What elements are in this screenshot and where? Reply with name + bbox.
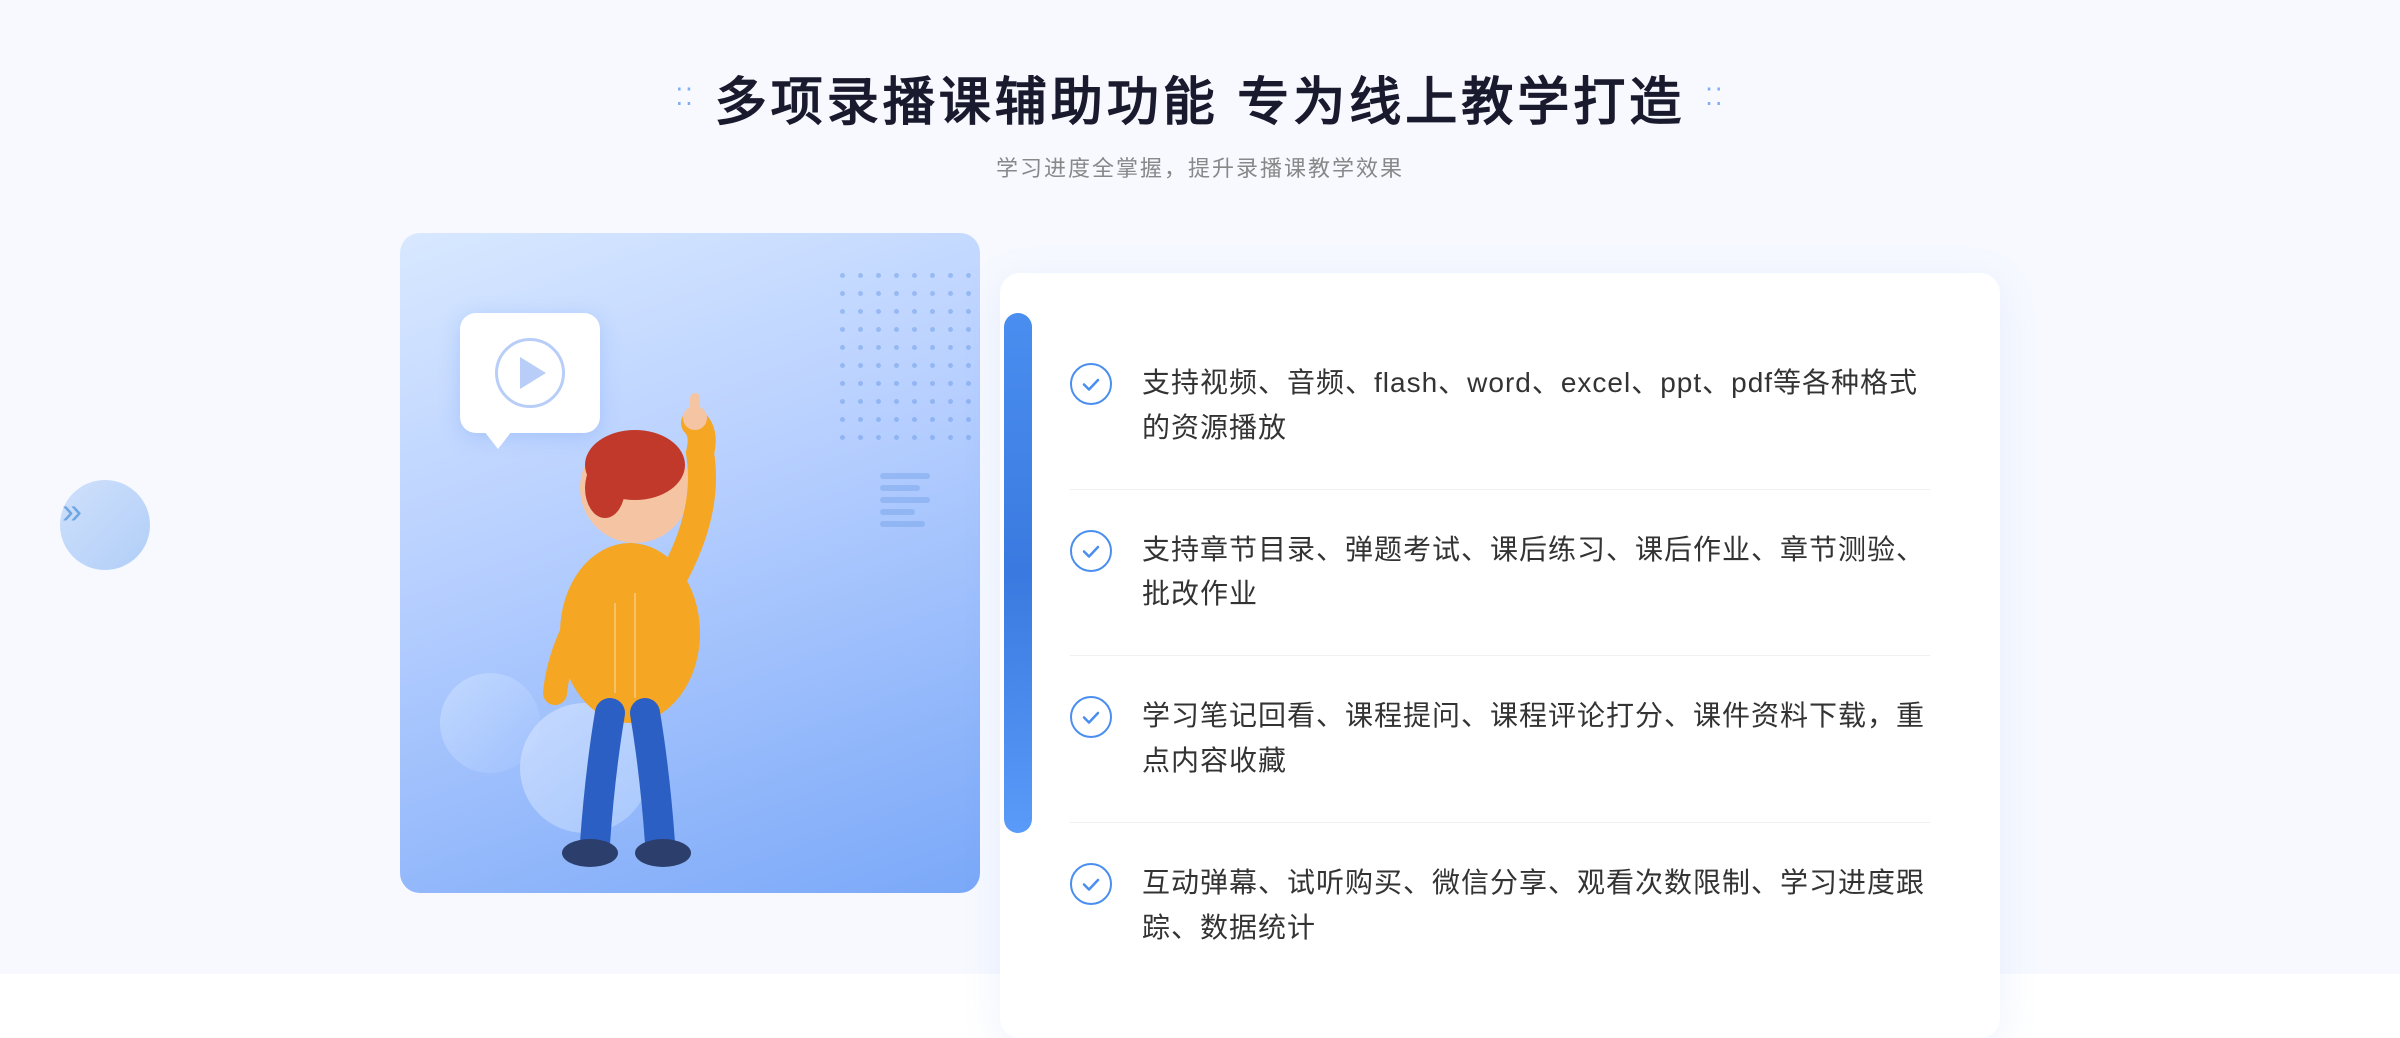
page-subtitle: 学习进度全掌握，提升录播课教学效果 <box>676 151 1725 183</box>
header-dots-left-icon: ⁚⁚ <box>676 83 695 112</box>
checkmark-svg <box>1079 872 1103 896</box>
page-title: 多项录播课辅助功能 专为线上教学打造 <box>715 60 1685 135</box>
check-icon-1 <box>1070 363 1112 405</box>
stripe-line <box>880 509 915 515</box>
feature-text-1: 支持视频、音频、flash、word、excel、ppt、pdf等各种格式的资源… <box>1142 361 1930 451</box>
stripe-line <box>880 521 925 527</box>
check-icon-2 <box>1070 530 1112 572</box>
checkmark-svg <box>1079 539 1103 563</box>
header-title-row: ⁚⁚ 多项录播课辅助功能 专为线上教学打造 ⁚⁚ <box>676 60 1725 135</box>
check-circle <box>1070 363 1112 405</box>
blue-accent-bar <box>1004 313 1032 833</box>
features-card: 支持视频、音频、flash、word、excel、ppt、pdf等各种格式的资源… <box>1000 273 2000 1038</box>
check-circle <box>1070 696 1112 738</box>
header-dots-right-icon: ⁚⁚ <box>1705 83 1724 112</box>
check-icon-4 <box>1070 863 1112 905</box>
feature-item: 支持视频、音频、flash、word、excel、ppt、pdf等各种格式的资源… <box>1070 323 1930 490</box>
check-icon-3 <box>1070 696 1112 738</box>
feature-text-4: 互动弹幕、试听购买、微信分享、观看次数限制、学习进度跟踪、数据统计 <box>1142 861 1930 951</box>
feature-item: 学习笔记回看、课程提问、课程评论打分、课件资料下载，重点内容收藏 <box>1070 656 1930 823</box>
human-figure-illustration <box>480 313 780 893</box>
feature-text-3: 学习笔记回看、课程提问、课程评论打分、课件资料下载，重点内容收藏 <box>1142 694 1930 784</box>
feature-item: 互动弹幕、试听购买、微信分享、观看次数限制、学习进度跟踪、数据统计 <box>1070 823 1930 989</box>
check-circle <box>1070 863 1112 905</box>
illustration-background <box>400 233 980 893</box>
main-content: 支持视频、音频、flash、word、excel、ppt、pdf等各种格式的资源… <box>400 233 2000 1038</box>
stripe-line <box>880 497 930 503</box>
checkmark-svg <box>1079 372 1103 396</box>
feature-text-2: 支持章节目录、弹题考试、课后练习、课后作业、章节测验、批改作业 <box>1142 528 1930 618</box>
page-container: ⁚⁚ 多项录播课辅助功能 专为线上教学打造 ⁚⁚ 学习进度全掌握，提升录播课教学… <box>0 0 2400 974</box>
checkmark-svg <box>1079 705 1103 729</box>
illustration-card <box>400 233 1020 913</box>
stripe-decoration <box>880 473 930 573</box>
header-section: ⁚⁚ 多项录播课辅助功能 专为线上教学打造 ⁚⁚ 学习进度全掌握，提升录播课教学… <box>676 60 1725 183</box>
check-circle <box>1070 530 1112 572</box>
feature-item: 支持章节目录、弹题考试、课后练习、课后作业、章节测验、批改作业 <box>1070 490 1930 657</box>
stripe-line <box>880 473 930 479</box>
chevrons-left-icon: » <box>62 490 82 532</box>
stripe-line <box>880 485 920 491</box>
dot-grid-decoration <box>840 273 960 453</box>
